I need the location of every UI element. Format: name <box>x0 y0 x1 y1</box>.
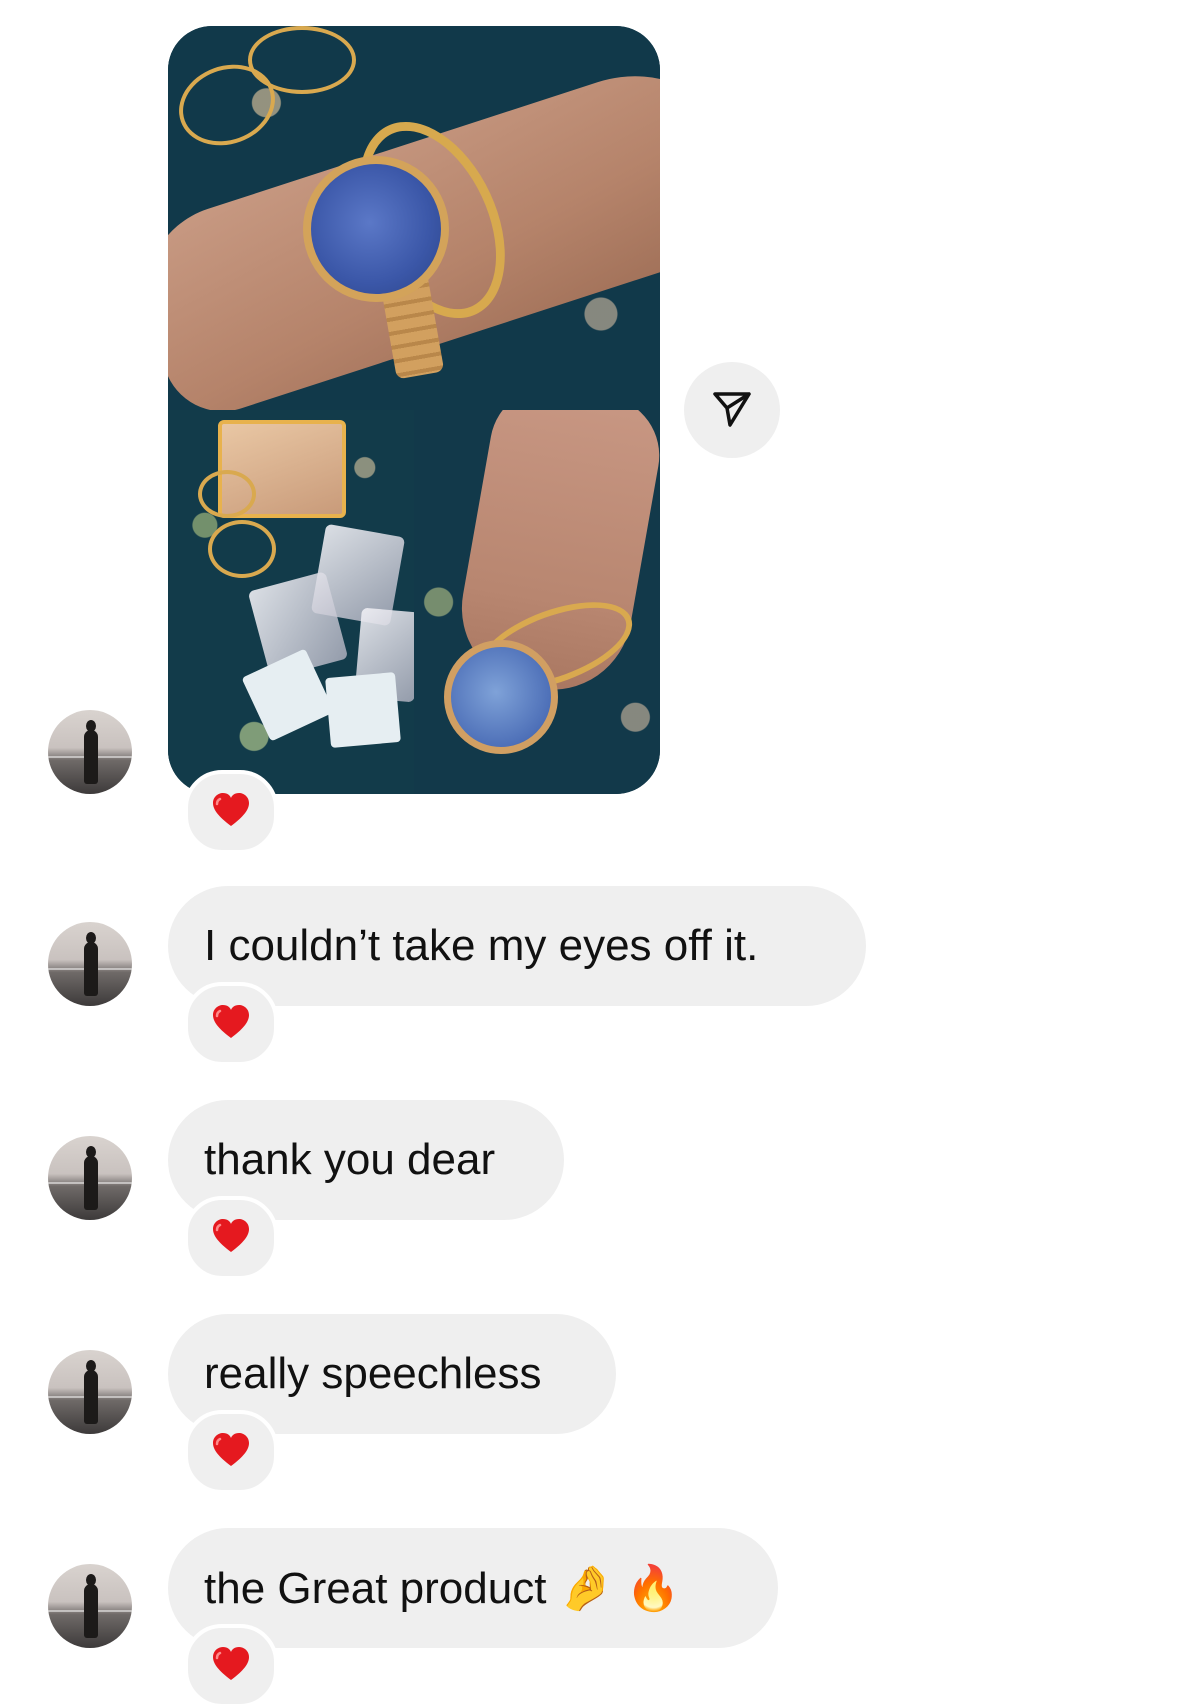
message-text: thank you dear <box>204 1135 496 1184</box>
message-reaction[interactable] <box>184 1196 278 1280</box>
message-reaction[interactable] <box>184 1624 278 1708</box>
red-heart-icon <box>211 1218 251 1259</box>
media-reaction[interactable] <box>184 770 278 854</box>
message-text: I couldn’t take my eyes off it. <box>204 921 759 970</box>
sender-avatar[interactable] <box>48 710 132 794</box>
sender-avatar[interactable] <box>48 1136 132 1220</box>
sender-avatar[interactable] <box>48 1350 132 1434</box>
red-heart-icon <box>211 1646 251 1687</box>
avatar-figure-body <box>84 1156 98 1210</box>
avatar-figure-body <box>84 1370 98 1424</box>
message-reaction[interactable] <box>184 1410 278 1494</box>
red-heart-icon <box>211 1004 251 1045</box>
paper-plane-icon <box>710 386 754 435</box>
photo-wrist-watch[interactable] <box>168 26 660 410</box>
photo-jewelry-pouches[interactable] <box>168 410 414 794</box>
hoop-earring-shape <box>198 470 256 518</box>
watch-face-shape <box>444 640 558 754</box>
avatar-figure-body <box>84 1584 98 1638</box>
message-reaction[interactable] <box>184 982 278 1066</box>
media-post-collage[interactable] <box>168 26 660 794</box>
message-bubble[interactable]: I couldn’t take my eyes off it. <box>168 886 866 1006</box>
share-button[interactable] <box>684 362 780 458</box>
sender-avatar[interactable] <box>48 1564 132 1648</box>
message-text: really speechless <box>204 1349 542 1398</box>
red-heart-icon <box>211 1432 251 1473</box>
earring-card-shape <box>325 672 401 748</box>
red-heart-icon <box>211 792 251 833</box>
avatar-figure-body <box>84 730 98 784</box>
bangle-loop-shape <box>248 26 356 94</box>
message-text: the Great product 🤌 🔥 <box>204 1564 681 1613</box>
avatar-figure-body <box>84 942 98 996</box>
photo-hand-rings[interactable] <box>414 410 660 794</box>
hoop-earring-shape <box>208 520 276 578</box>
sender-avatar[interactable] <box>48 922 132 1006</box>
watch-face-shape <box>303 156 449 302</box>
